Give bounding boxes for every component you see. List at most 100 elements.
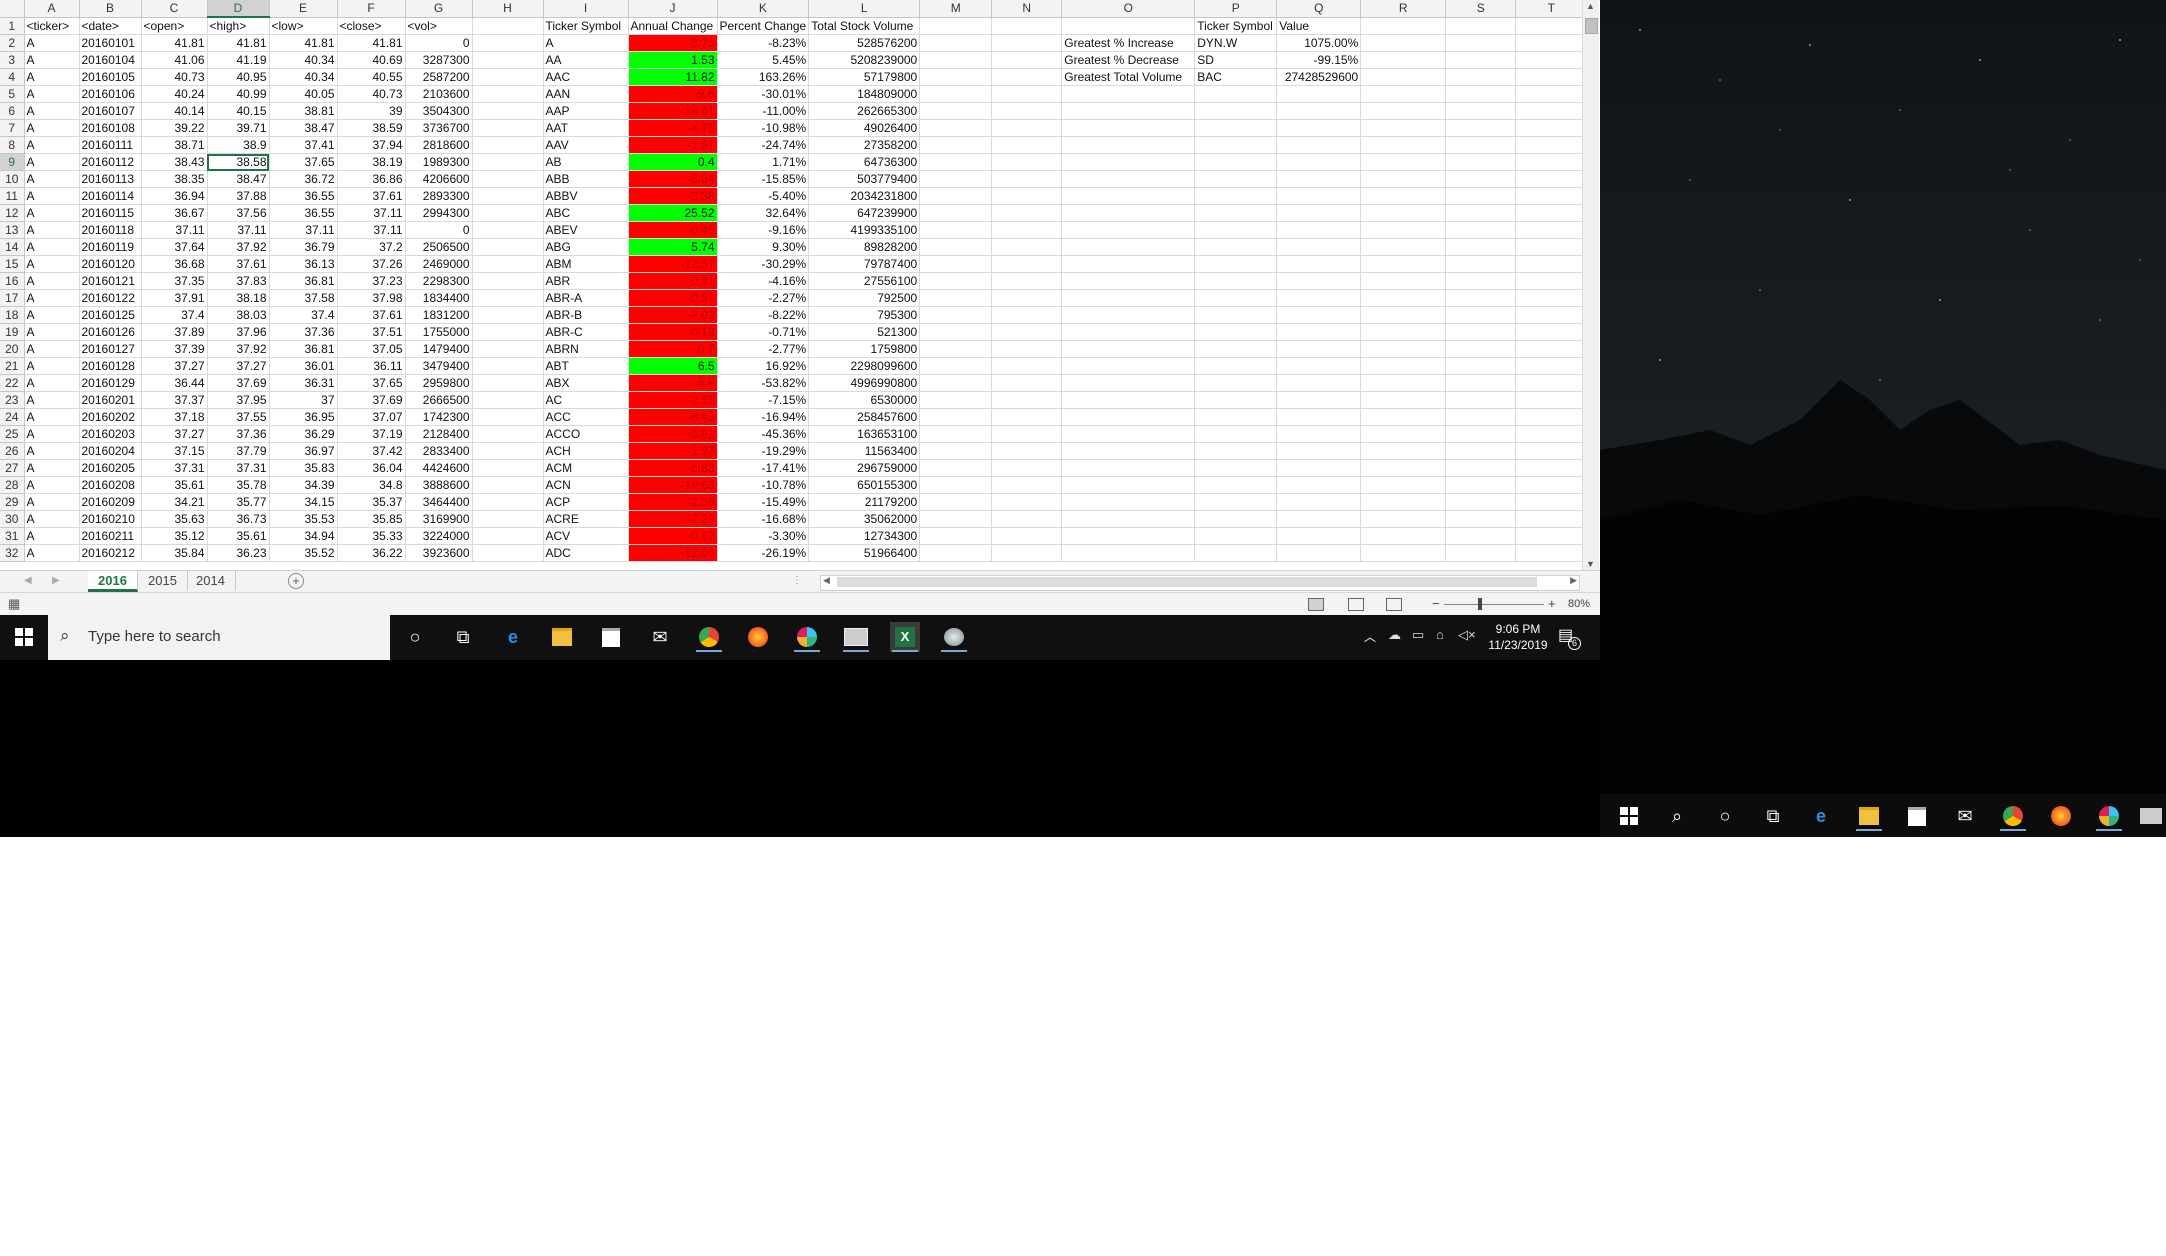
cell-i13[interactable]: ABEV [543,221,629,239]
cell-e18[interactable]: 37.4 [269,306,338,324]
cell-j15[interactable]: -12.37 [628,255,718,273]
cell-s26[interactable] [1445,442,1517,460]
spreadsheet-grid[interactable]: ABCDEFGHIJKLMNOPQRST 1 <ticker> <date> <ope… [0,0,1588,562]
cell-s30[interactable] [1445,510,1517,528]
cell-r12[interactable] [1360,204,1447,222]
cell-t8[interactable] [1515,136,1588,154]
cell-c20[interactable]: 37.39 [141,340,208,358]
cell-a18[interactable]: A [24,306,80,324]
cell-k1[interactable]: Percent Change [717,17,810,35]
cell-o24[interactable] [1061,408,1196,426]
row-header[interactable]: 28 [0,476,25,494]
cell-l4[interactable]: 57179800 [808,68,921,86]
cell-k25[interactable]: -45.36% [717,425,810,443]
cell-l20[interactable]: 1759800 [808,340,921,358]
column-header-p[interactable]: P [1194,0,1278,18]
cell-p2[interactable]: DYN.W [1194,34,1278,52]
cell-g28[interactable]: 3888600 [405,476,473,494]
cell-j4[interactable]: 11.82 [628,68,718,86]
cell-l28[interactable]: 650155300 [808,476,921,494]
column-header-c[interactable]: C [141,0,208,18]
network-icon[interactable]: ⌂ [1436,627,1444,642]
zoom-in-icon[interactable]: + [1548,596,1556,611]
cell-g23[interactable]: 2666500 [405,391,473,409]
select-all-corner[interactable] [0,0,25,18]
zoom-level[interactable]: 80% [1568,598,1590,610]
cell-h29[interactable] [472,493,544,511]
cell-g20[interactable]: 1479400 [405,340,473,358]
cell-p1[interactable]: Ticker Symbol [1194,17,1278,35]
cell-d15[interactable]: 37.61 [207,255,270,273]
cell-i7[interactable]: AAT [543,119,629,137]
cell-c23[interactable]: 37.37 [141,391,208,409]
cell-r17[interactable] [1360,289,1447,307]
cell-s23[interactable] [1445,391,1517,409]
cell-k20[interactable]: -2.77% [717,340,810,358]
column-header-b[interactable]: B [79,0,142,18]
secondary-photos-app-icon[interactable] [2136,801,2166,831]
cell-d4[interactable]: 40.95 [207,68,270,86]
cell-f3[interactable]: 40.69 [337,51,406,69]
cell-n24[interactable] [991,408,1063,426]
cell-h8[interactable] [472,136,544,154]
zoom-out-icon[interactable]: − [1432,596,1440,611]
cell-k18[interactable]: -8.22% [717,306,810,324]
secondary-windows-start-icon[interactable] [1614,801,1644,831]
cell-o18[interactable] [1061,306,1196,324]
cell-a11[interactable]: A [24,187,80,205]
cell-s11[interactable] [1445,187,1517,205]
cell-e26[interactable]: 36.97 [269,442,338,460]
cell-g9[interactable]: 1989300 [405,153,473,171]
cell-f2[interactable]: 41.81 [337,34,406,52]
cell-f31[interactable]: 35.33 [337,527,406,545]
cell-e25[interactable]: 36.29 [269,425,338,443]
cell-l13[interactable]: 4199335100 [808,221,921,239]
cell-r18[interactable] [1360,306,1447,324]
cell-b3[interactable]: 20160104 [79,51,142,69]
column-header-r[interactable]: R [1360,0,1447,18]
cell-n10[interactable] [991,170,1063,188]
secondary-chrome-icon[interactable] [1998,801,2028,831]
cell-j30[interactable]: -2.29 [628,510,718,528]
cell-q3[interactable]: -99.15% [1276,51,1362,69]
cell-k16[interactable]: -4.16% [717,272,810,290]
cell-r28[interactable] [1360,476,1447,494]
cell-c16[interactable]: 37.35 [141,272,208,290]
cell-s17[interactable] [1445,289,1517,307]
cell-t7[interactable] [1515,119,1588,137]
cell-g30[interactable]: 3169900 [405,510,473,528]
cell-e13[interactable]: 37.11 [269,221,338,239]
cell-f29[interactable]: 35.37 [337,493,406,511]
cell-c28[interactable]: 35.61 [141,476,208,494]
cell-g27[interactable]: 4424600 [405,459,473,477]
cell-g12[interactable]: 2994300 [405,204,473,222]
cell-h31[interactable] [472,527,544,545]
cell-q15[interactable] [1276,255,1362,273]
cell-o1[interactable] [1061,17,1196,35]
cell-l30[interactable]: 35062000 [808,510,921,528]
cell-p32[interactable] [1194,544,1278,562]
row-header[interactable]: 8 [0,136,25,154]
cell-e4[interactable]: 40.34 [269,68,338,86]
cell-d18[interactable]: 38.03 [207,306,270,324]
cell-d11[interactable]: 37.88 [207,187,270,205]
cell-c31[interactable]: 35.12 [141,527,208,545]
cell-f12[interactable]: 37.11 [337,204,406,222]
cell-d12[interactable]: 37.56 [207,204,270,222]
row-header[interactable]: 12 [0,204,25,222]
cell-f5[interactable]: 40.73 [337,85,406,103]
cell-c6[interactable]: 40.14 [141,102,208,120]
cell-l6[interactable]: 262665300 [808,102,921,120]
cell-o13[interactable] [1061,221,1196,239]
cell-r29[interactable] [1360,493,1447,511]
cell-t32[interactable] [1515,544,1588,562]
cell-p31[interactable] [1194,527,1278,545]
cell-o21[interactable] [1061,357,1196,375]
row-header[interactable]: 18 [0,306,25,324]
cell-g26[interactable]: 2833400 [405,442,473,460]
cell-c22[interactable]: 36.44 [141,374,208,392]
cell-p12[interactable] [1194,204,1278,222]
cell-o32[interactable] [1061,544,1196,562]
secondary-microsoft-store-icon[interactable] [1902,801,1932,831]
cell-q24[interactable] [1276,408,1362,426]
